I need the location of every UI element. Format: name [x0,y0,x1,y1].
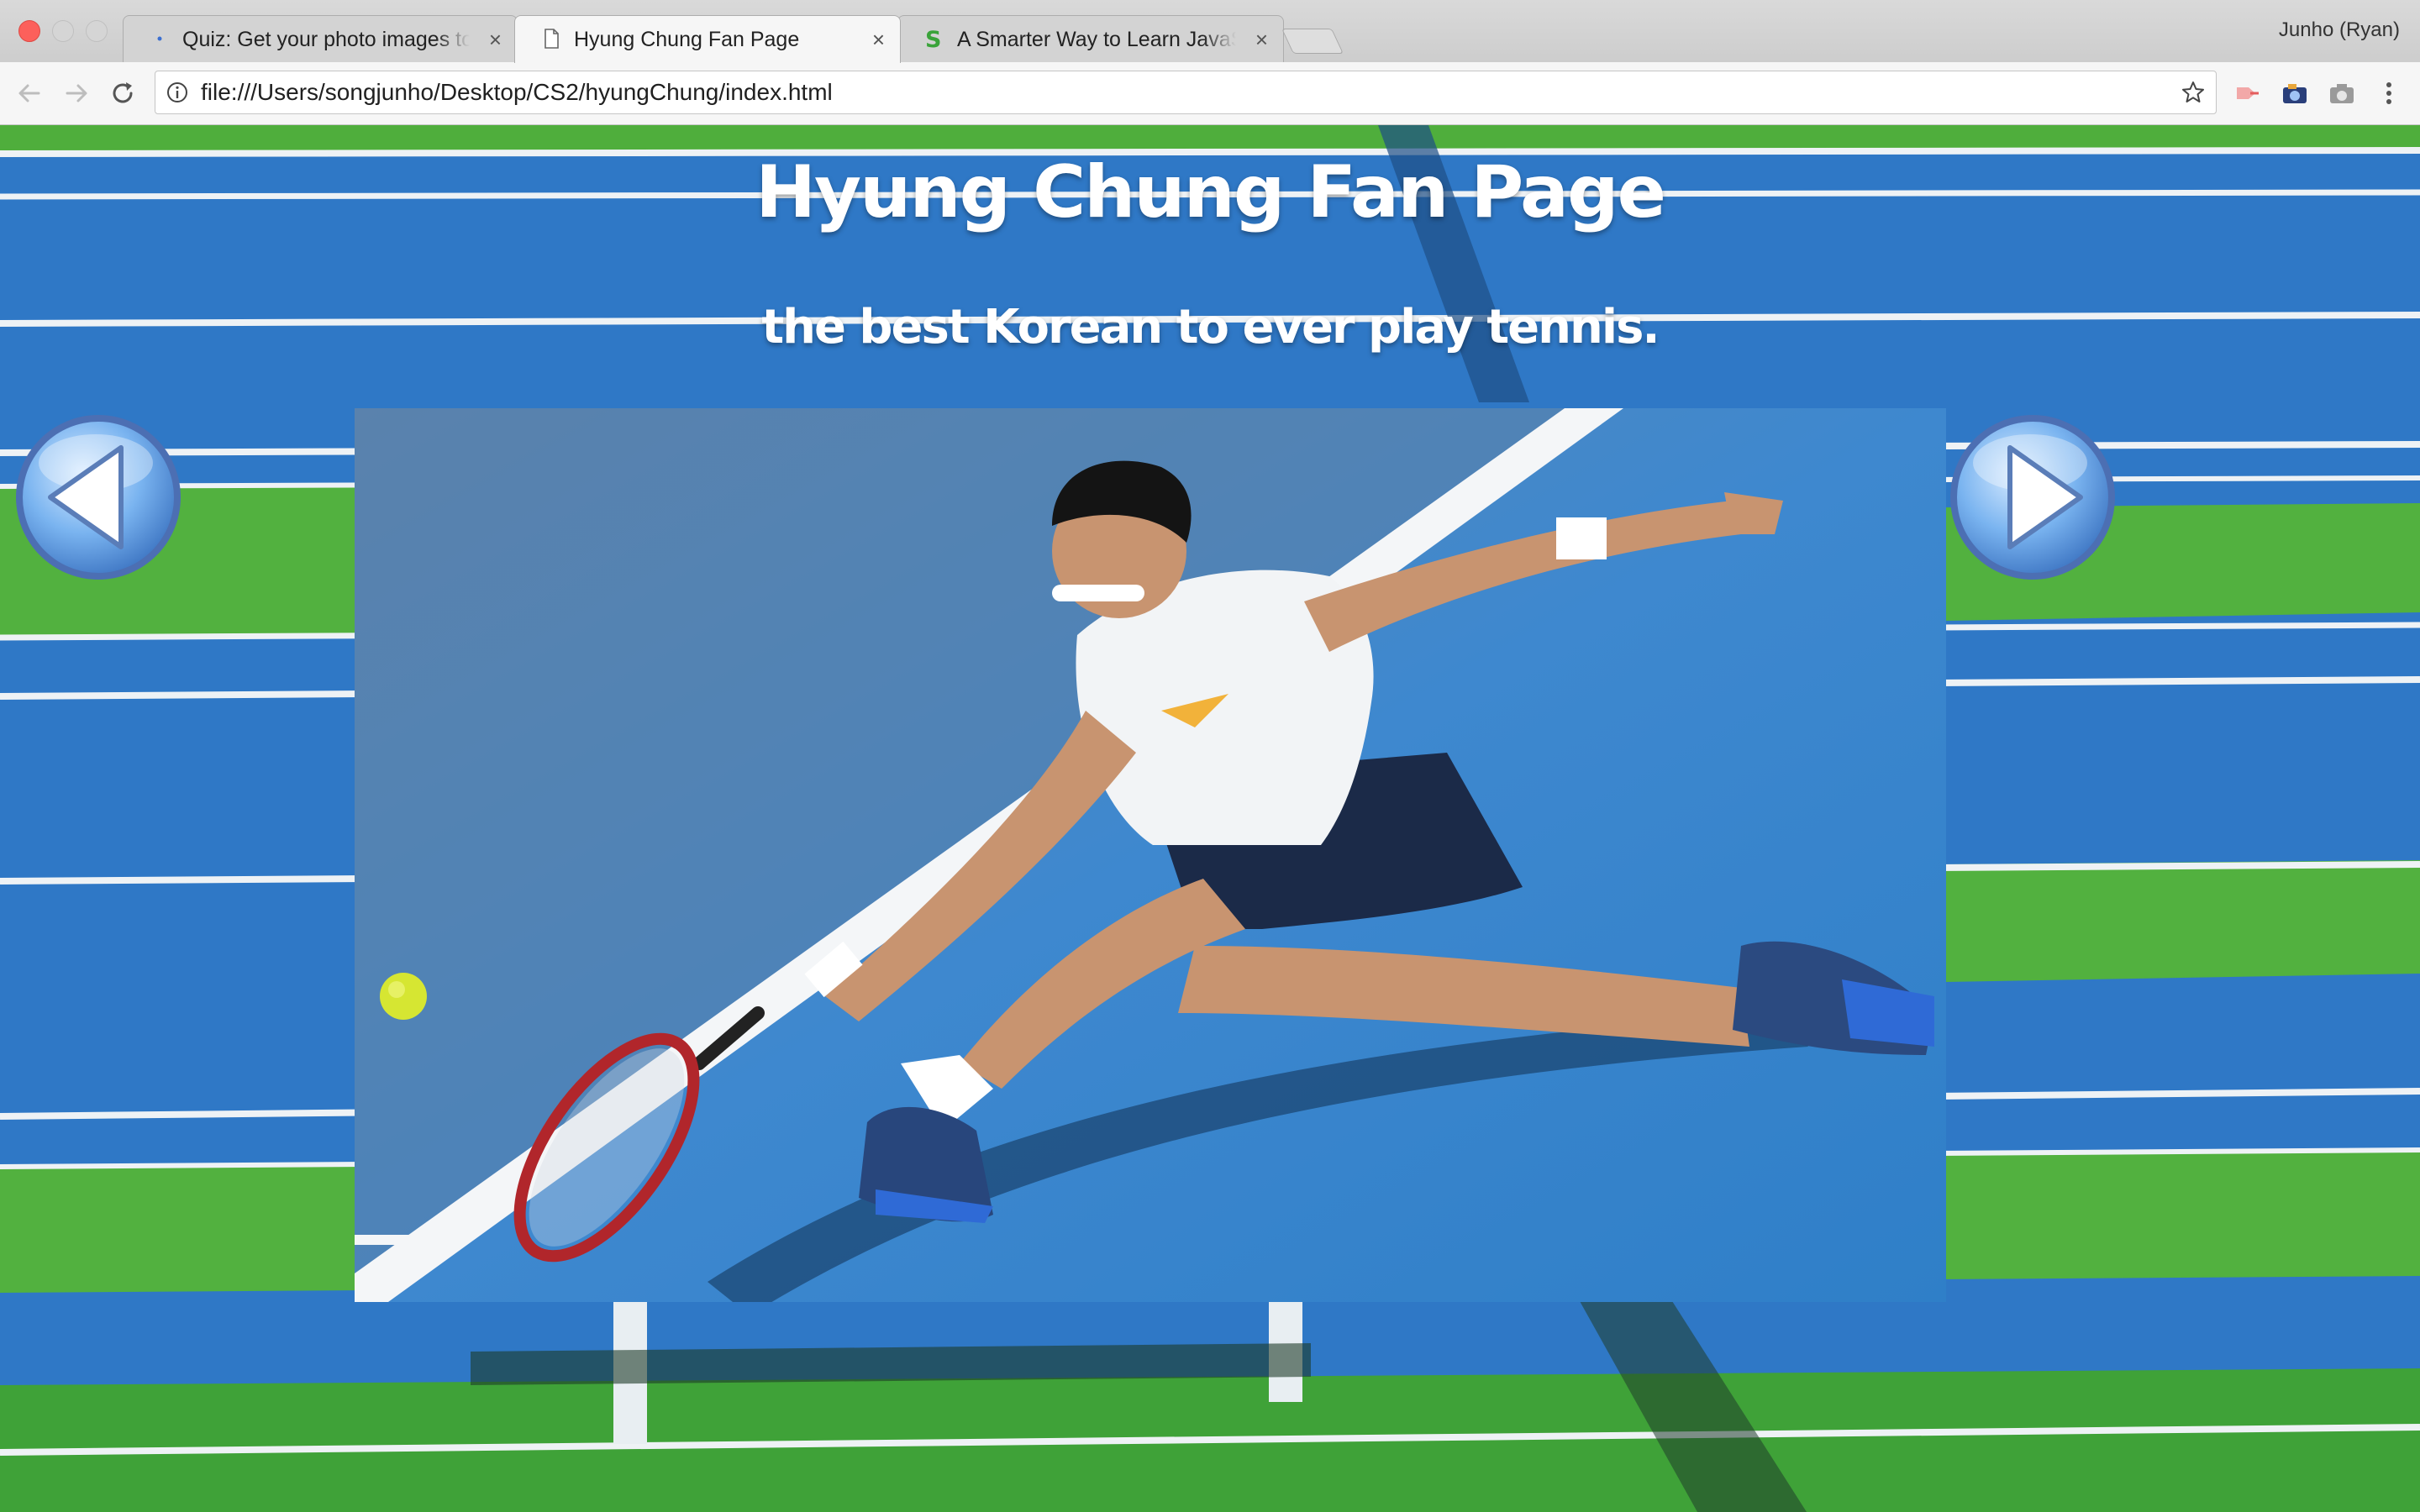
tab-quiz[interactable]: Quiz: Get your photo images to × [123,15,518,62]
tab-smarter-way[interactable]: S A Smarter Way to Learn JavaScript × [897,15,1284,62]
profile-name[interactable]: Junho (Ryan) [2279,18,2400,42]
letter-s-icon: S [925,28,941,50]
extension-cast-icon[interactable] [2233,79,2262,108]
previous-image-button[interactable] [12,411,185,584]
url-text[interactable]: file:///Users/songjunho/Desktop/CS2/hyun… [201,79,833,106]
bookmark-star-icon[interactable] [2181,80,2206,105]
next-image-button[interactable] [1946,411,2119,584]
info-icon[interactable] [166,81,189,104]
loading-dot-icon [157,36,162,41]
tab-hyung-chung[interactable]: Hyung Chung Fan Page × [514,15,901,63]
close-window-button[interactable] [18,20,40,42]
tab-close-icon[interactable]: × [1255,26,1268,53]
tennis-player-image [355,408,1946,1302]
menu-kebab-icon[interactable] [2375,79,2403,108]
page-subtitle: the best Korean to ever play tennis. [761,300,1660,354]
tab-close-icon[interactable]: × [489,26,502,53]
page-title: Hyung Chung Fan Page [755,150,1666,234]
tab-close-icon[interactable]: × [872,26,885,53]
back-arrow-icon[interactable] [13,77,45,109]
tab-label: A Smarter Way to Learn JavaScript [957,28,1236,51]
slideshow-photo [355,408,1946,1302]
minimize-window-button[interactable] [52,20,74,42]
reload-icon[interactable] [108,77,139,109]
browser-window: Quiz: Get your photo images to × Hyung C… [0,0,2420,1512]
tab-label: Quiz: Get your photo images to [182,28,470,51]
tab-label: Hyung Chung Fan Page [574,26,853,53]
document-icon [544,29,559,49]
address-bar[interactable]: file:///Users/songjunho/Desktop/CS2/hyun… [155,71,2217,114]
new-tab-button[interactable] [1281,29,1344,54]
extension-camera-icon[interactable] [2281,79,2309,108]
svg-text:S: S [925,28,941,50]
screenshot-camera-icon[interactable] [2328,79,2356,108]
browser-toolbar: file:///Users/songjunho/Desktop/CS2/hyun… [0,62,2420,125]
forward-arrow-icon[interactable] [60,77,92,109]
zoom-window-button[interactable] [86,20,108,42]
tab-strip: Quiz: Get your photo images to × Hyung C… [0,0,2420,63]
web-page: Hyung Chung Fan Page the best Korean to … [0,125,2420,1512]
